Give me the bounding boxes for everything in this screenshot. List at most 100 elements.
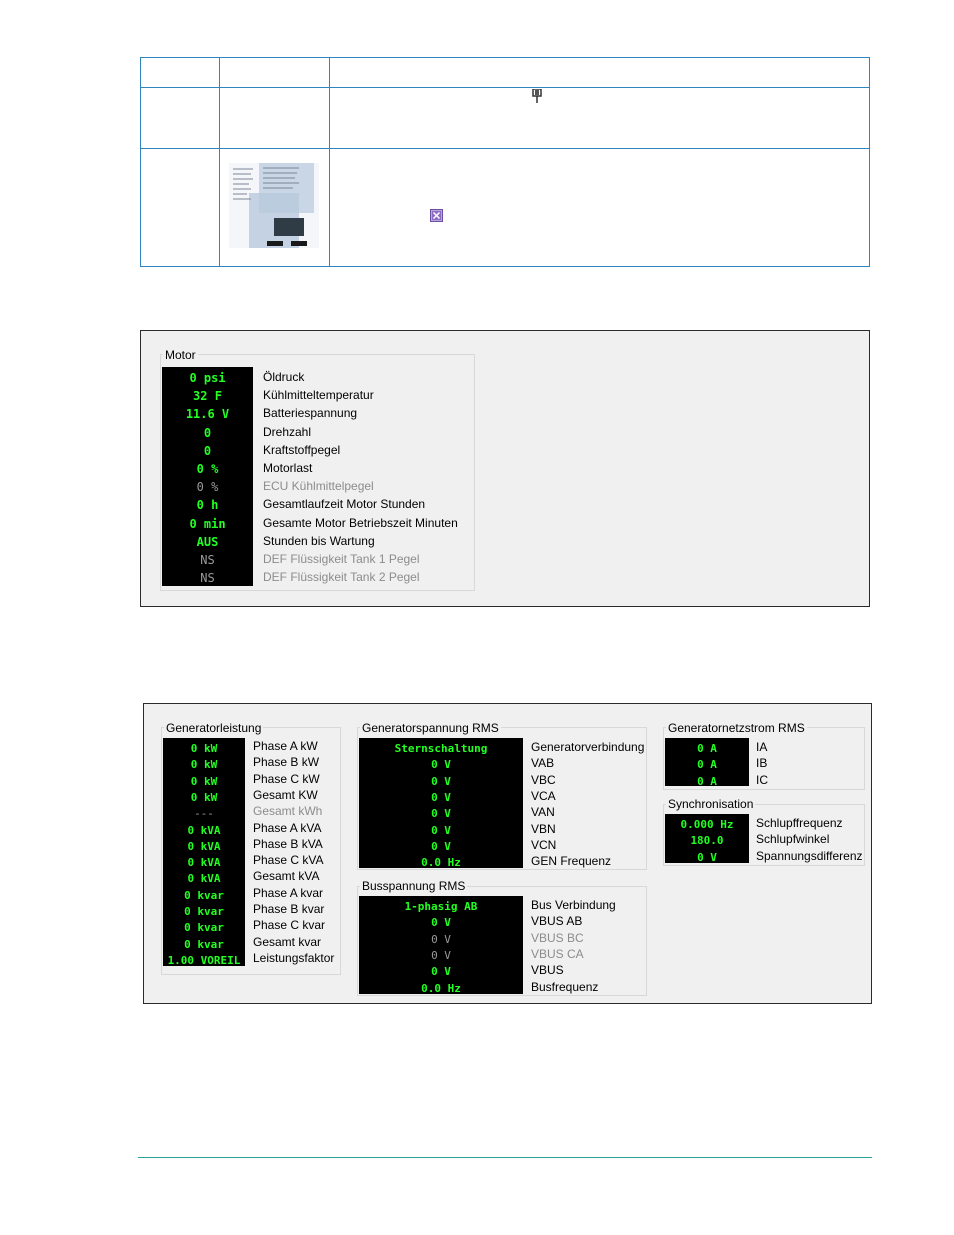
- generatorspannung-value: 0 V: [431, 758, 451, 772]
- busspannung-value: 1-phasig AB: [404, 900, 478, 913]
- motor-label: Batteriespannung: [263, 406, 358, 421]
- generatorspannung-label: VBC: [531, 772, 556, 787]
- generatorspannung-lcd: Sternschaltung 0 V 0 V 0 V 0 V 0 V 0 V 0.0 Hz: [359, 738, 523, 869]
- generatorleistung-value: 0 kVA: [187, 839, 221, 853]
- motor-label: Öldruck: [263, 370, 305, 384]
- busspannung-value: 0.0 Hz: [421, 981, 461, 995]
- doc-table: [140, 57, 870, 267]
- generatorleistung-label: Gesamt KW: [253, 787, 318, 802]
- busspannung-value: 0 V: [431, 948, 451, 962]
- generatorleistung-label: Gesamt kVA: [253, 869, 320, 884]
- close-icon: [430, 209, 443, 222]
- generatorspannung-label: VAB: [531, 756, 555, 771]
- generatorleistung-label: Phase B kVA: [253, 836, 323, 851]
- motor-value: AUS: [196, 534, 219, 549]
- generatorleistung-label: Gesamt kWh: [253, 804, 323, 819]
- motor-label: DEF Flüssigkeit Tank 1 Pegel: [263, 552, 420, 566]
- generatorspannung-label: GEN Frequenz: [531, 854, 612, 869]
- generatorleistung-label: Gesamt kvar: [253, 934, 322, 949]
- busspannung-title: Busspannung RMS: [360, 879, 468, 893]
- motor-label: Kraftstoffpegel: [263, 442, 341, 457]
- motor-label: Gesamtlaufzeit Motor Stunden: [263, 497, 426, 512]
- busspannung-label: VBUS CA: [531, 946, 584, 961]
- motor-value: 32 F: [193, 389, 222, 404]
- generatorspannung-label: VCN: [531, 837, 557, 852]
- synchronisation-value: 0 V: [697, 850, 717, 864]
- generatorleistung-value: 0 kW: [190, 790, 218, 804]
- generatorleistung-label: Phase A kW: [253, 739, 318, 753]
- generatorspannung-label: Generatorverbindung: [531, 740, 645, 754]
- generatornetzstrom-value: 0 A: [697, 758, 717, 772]
- generatorleistung-value: 0 kvar: [184, 921, 224, 935]
- motor-value: NS: [200, 571, 215, 586]
- generatorleistung-value: 0 kW: [190, 774, 218, 788]
- generatorspannung-value: 0 V: [431, 839, 451, 853]
- generatorleistung-label: Phase A kVA: [253, 820, 322, 835]
- generatornetzstrom-value: 0 A: [697, 742, 717, 755]
- synchronisation-label: Schlupffrequenz: [756, 816, 843, 830]
- generator-panel: Generatorleistung 0 kW 0 kW 0 kW 0 kW --- 0 k…: [143, 703, 872, 1004]
- generatorspannung-label: VAN: [531, 805, 555, 820]
- motor-label: ECU Kühlmittelpegel: [263, 479, 374, 494]
- motor-panel: Motor 0 psi 32 F 11.6 V 0 0 0 % 0 % 0 h 0 min AUS…: [140, 330, 870, 607]
- table-divider: [329, 58, 330, 266]
- synchronisation-value: 0.000 Hz: [680, 818, 734, 831]
- generatorleistung-value: 0 kVA: [187, 823, 221, 837]
- generatorspannung-label: VBN: [531, 821, 556, 836]
- motor-label: Kühlmitteltemperatur: [263, 388, 374, 403]
- synchronisation-lcd: 0.000 Hz 180.0 0 V: [665, 814, 749, 864]
- motor-label: Gesamte Motor Betriebszeit Minuten: [263, 515, 458, 530]
- busspannung-label: VBUS AB: [531, 914, 583, 929]
- synchronisation-title: Synchronisation: [666, 797, 756, 811]
- busspannung-lcd: 1-phasig AB 0 V 0 V 0 V 0 V 0.0 Hz: [359, 896, 523, 995]
- generatorleistung-value: 1.00 VOREIL: [167, 953, 241, 967]
- generatorleistung-title: Generatorleistung: [164, 721, 264, 735]
- generatorspannung-value: Sternschaltung: [394, 742, 488, 755]
- motor-value: NS: [200, 553, 215, 567]
- pin-icon: [532, 89, 542, 103]
- generatorleistung-label: Phase A kvar: [253, 885, 324, 900]
- generatorleistung-value: 0 kW: [190, 758, 218, 772]
- generatornetzstrom-label: IC: [756, 772, 768, 787]
- busspannung-label: VBUS BC: [531, 930, 584, 945]
- busspannung-label: Busfrequenz: [531, 979, 599, 994]
- generatorspannung-value: 0 V: [431, 774, 451, 788]
- busspannung-label: VBUS: [531, 963, 564, 978]
- motor-value: 0 psi: [189, 371, 226, 385]
- screenshot-thumbnail: [229, 163, 319, 248]
- motor-value: 0 h: [196, 498, 219, 513]
- motor-value: 0: [203, 443, 212, 458]
- synchronisation-label: Spannungsdifferenz: [756, 848, 863, 863]
- generatorspannung-value: 0 V: [431, 790, 451, 804]
- generatornetzstrom-label: IB: [756, 756, 768, 771]
- generatorspannung-value: 0 V: [431, 807, 451, 821]
- motor-group-title: Motor: [163, 348, 198, 362]
- motor-value: 0 min: [189, 516, 226, 531]
- generatorspannung-value: 0 V: [431, 823, 451, 837]
- synchronisation-value: 180.0: [690, 834, 724, 848]
- motor-label: Motorlast: [263, 461, 313, 475]
- motor-value: 0 %: [196, 462, 219, 476]
- motor-value: 11.6 V: [185, 407, 230, 422]
- table-divider: [141, 148, 869, 149]
- generatorleistung-label: Phase C kvar: [253, 918, 326, 933]
- generatorleistung-value: ---: [194, 807, 214, 821]
- footer-rule: [138, 1157, 872, 1158]
- generatorleistung-value: 0 kvar: [184, 905, 224, 918]
- motor-value: 0: [203, 425, 212, 440]
- motor-label: Drehzahl: [263, 424, 312, 439]
- motor-lcd: 0 psi 32 F 11.6 V 0 0 0 % 0 % 0 h 0 min AUS NS NS: [162, 367, 253, 586]
- generatornetzstrom-value: 0 A: [697, 774, 717, 788]
- generatorleistung-lcd: 0 kW 0 kW 0 kW 0 kW --- 0 kVA 0 kVA 0 kVA 0 kVA 0…: [163, 738, 245, 967]
- motor-label: Stunden bis Wartung: [263, 533, 375, 548]
- motor-label: DEF Flüssigkeit Tank 2 Pegel: [263, 570, 420, 585]
- table-divider: [219, 58, 220, 266]
- motor-value: 0 %: [196, 480, 219, 495]
- generatorleistung-value: 0 kVA: [187, 872, 221, 886]
- generatornetzstrom-lcd: 0 A 0 A 0 A: [665, 738, 749, 788]
- generatorleistung-label: Phase C kVA: [253, 853, 324, 868]
- busspannung-value: 0 V: [431, 916, 451, 930]
- generatornetzstrom-title: Generatornetzstrom RMS: [666, 721, 807, 735]
- busspannung-label: Bus Verbindung: [531, 898, 616, 912]
- generatorleistung-value: 0 kvar: [184, 937, 224, 951]
